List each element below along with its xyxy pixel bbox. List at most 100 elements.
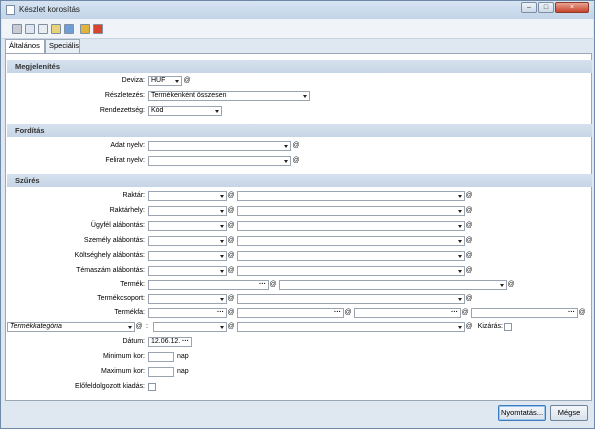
warehouse-name-at-icon[interactable]: @ (465, 191, 473, 201)
warehouse-at-icon[interactable]: @ (227, 191, 235, 201)
customer-breakdown-select[interactable] (148, 221, 227, 231)
max-age-unit: nap (177, 368, 189, 375)
costcenter-breakdown-name-select[interactable] (237, 251, 465, 261)
topic-breakdown-name-at-icon[interactable]: @ (465, 266, 473, 276)
edit-icon[interactable] (51, 24, 61, 34)
cancel-button[interactable]: Mégse (550, 405, 588, 421)
product-group-name-at-icon[interactable]: @ (465, 294, 473, 304)
export-icon[interactable] (93, 24, 103, 34)
tab-general[interactable]: Általános (5, 39, 45, 54)
person-breakdown-label: Személy alábontás: (83, 237, 145, 244)
customer-breakdown-name-at-icon[interactable]: @ (465, 221, 473, 231)
minimize-button[interactable]: – (521, 2, 537, 13)
preprocessed-checkbox[interactable] (148, 383, 156, 391)
chevron-down-icon (458, 255, 462, 258)
print-icon[interactable] (12, 24, 22, 34)
date-value: 12.06.12. (151, 338, 181, 345)
close-button[interactable]: × (555, 2, 589, 13)
category-value-at-icon[interactable]: @ (227, 322, 235, 332)
exclude-checkbox[interactable] (504, 323, 512, 331)
calendar-icon: ··· (182, 338, 189, 345)
category-name-at-icon[interactable]: @ (465, 322, 473, 332)
product-group-at-icon[interactable]: @ (227, 294, 235, 304)
data-lang-at-icon[interactable]: @ (292, 141, 300, 151)
product-at-icon[interactable]: @ (269, 280, 277, 290)
product-tree-at-icon-2[interactable]: @ (344, 308, 352, 318)
person-breakdown-at-icon[interactable]: @ (227, 236, 235, 246)
filter-icon[interactable] (80, 24, 90, 34)
location-name-select[interactable] (237, 206, 465, 216)
settings-panel: Megjelenítés Deviza: HUF @ Részletezés: … (5, 53, 592, 401)
topic-breakdown-select[interactable] (148, 266, 227, 276)
chevron-down-icon (220, 298, 224, 301)
person-breakdown-name-at-icon[interactable]: @ (465, 236, 473, 246)
product-name-at-icon[interactable]: @ (507, 280, 515, 290)
copy-icon[interactable] (38, 24, 48, 34)
chevron-down-icon (500, 284, 504, 287)
product-group-label: Termékcsoport: (97, 295, 145, 302)
category-value-select[interactable] (153, 322, 227, 332)
product-tree-at-icon-1[interactable]: @ (227, 308, 235, 318)
currency-select[interactable]: HUF (148, 76, 182, 86)
product-tree-at-icon-3[interactable]: @ (461, 308, 469, 318)
product-name-select[interactable] (279, 280, 507, 290)
currency-label: Deviza: (121, 77, 145, 84)
chevron-down-icon (458, 270, 462, 273)
date-field[interactable]: 12.06.12. ··· (148, 337, 192, 347)
product-category-value: Termékkategória (10, 323, 62, 330)
category-name-select[interactable] (237, 322, 465, 332)
location-at-icon[interactable]: @ (227, 206, 235, 216)
product-tree-select-1[interactable]: ··· (148, 308, 227, 318)
chevron-down-icon (220, 225, 224, 228)
person-breakdown-select[interactable] (148, 236, 227, 246)
product-tree-at-icon-4[interactable]: @ (578, 308, 586, 318)
topic-breakdown-at-icon[interactable]: @ (227, 266, 235, 276)
chevron-down-icon (215, 110, 219, 113)
customer-breakdown-name-select[interactable] (237, 221, 465, 231)
chevron-down-icon (458, 298, 462, 301)
topic-breakdown-label: Témaszám alábontás: (76, 267, 145, 274)
caption-lang-at-icon[interactable]: @ (292, 156, 300, 166)
chevron-down-icon (175, 80, 179, 83)
data-lang-select[interactable] (148, 141, 291, 151)
window: Készlet korosítás – □ × Általános Speciá… (0, 0, 595, 429)
product-group-name-select[interactable] (237, 294, 465, 304)
person-breakdown-name-select[interactable] (237, 236, 465, 246)
product-category-select[interactable]: Termékkategória (7, 322, 135, 332)
costcenter-breakdown-at-icon[interactable]: @ (227, 251, 235, 261)
topic-breakdown-name-select[interactable] (237, 266, 465, 276)
chevron-down-icon (284, 160, 288, 163)
chevron-down-icon (458, 326, 462, 329)
warehouse-select[interactable] (148, 191, 227, 201)
product-category-at-icon[interactable]: @ (135, 322, 143, 332)
product-tree-select-4[interactable]: ··· (471, 308, 578, 318)
currency-at-icon[interactable]: @ (183, 76, 191, 86)
product-group-select[interactable] (148, 294, 227, 304)
product-tree-select-3[interactable]: ··· (354, 308, 461, 318)
chevron-down-icon (458, 210, 462, 213)
caption-lang-select[interactable] (148, 156, 291, 166)
exclude-label: Kizárás: (477, 323, 503, 330)
order-select[interactable]: Kód (148, 106, 222, 116)
toolbar (2, 19, 593, 39)
product-select[interactable]: ··· (148, 280, 269, 290)
tab-special[interactable]: Speciális (45, 39, 80, 53)
max-age-input[interactable] (148, 367, 174, 377)
customer-breakdown-at-icon[interactable]: @ (227, 221, 235, 231)
print-button[interactable]: Nyomtatás... (498, 405, 546, 421)
product-tree-label: Termékfa: (114, 309, 145, 316)
costcenter-breakdown-label: Költséghely alábontás: (74, 252, 145, 259)
location-name-at-icon[interactable]: @ (465, 206, 473, 216)
warehouse-name-select[interactable] (237, 191, 465, 201)
maximize-button[interactable]: □ (538, 2, 554, 13)
detail-label: Részletezés: (104, 92, 145, 99)
min-age-input[interactable] (148, 352, 174, 362)
location-select[interactable] (148, 206, 227, 216)
costcenter-breakdown-select[interactable] (148, 251, 227, 261)
preview-icon[interactable] (25, 24, 35, 34)
save-icon[interactable] (64, 24, 74, 34)
product-tree-select-2[interactable]: ··· (237, 308, 344, 318)
detail-select[interactable]: Termékenként összesen (148, 91, 310, 101)
chevron-down-icon (458, 225, 462, 228)
costcenter-breakdown-name-at-icon[interactable]: @ (465, 251, 473, 261)
